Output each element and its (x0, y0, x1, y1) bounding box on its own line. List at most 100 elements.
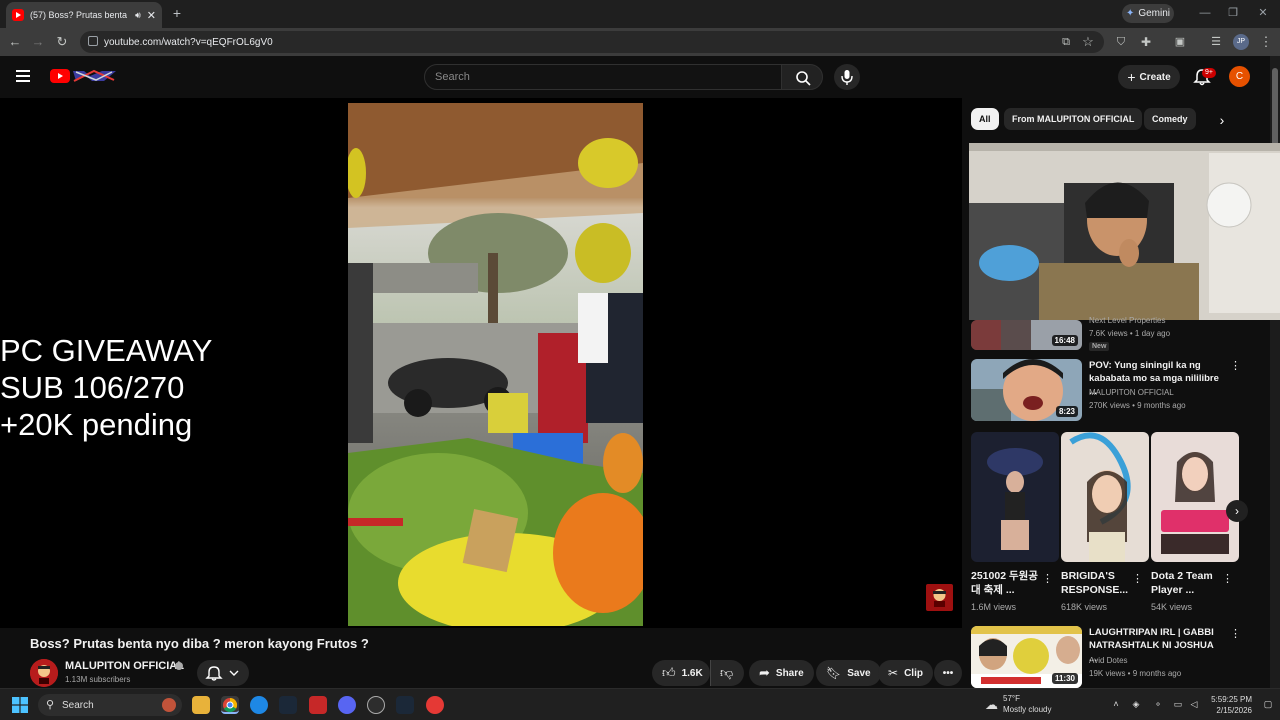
search-input[interactable] (424, 64, 782, 90)
adobe-app-icon[interactable] (309, 696, 327, 714)
close-tab-icon[interactable]: ✕ (147, 9, 156, 22)
weather-desc: Mostly cloudy (1003, 705, 1052, 714)
share-button[interactable]: ➦ Share (749, 660, 814, 686)
chip-comedy[interactable]: Comedy (1144, 108, 1196, 130)
streamer-webcam-overlay (969, 143, 1280, 320)
site-info-icon[interactable] (88, 36, 98, 46)
save-button[interactable]: 🔖︎ Save (816, 660, 881, 686)
short-image (1151, 432, 1239, 562)
channel-watermark[interactable] (926, 584, 953, 611)
chrome-menu-icon[interactable]: ⋮ (1256, 32, 1276, 52)
account-avatar[interactable]: C (1229, 66, 1250, 87)
channel-avatar-image (30, 659, 58, 687)
restore-icon[interactable]: ❐ (1222, 4, 1244, 22)
short-title[interactable]: Dota 2 Team Player ... (1151, 569, 1223, 597)
windows-start-icon[interactable] (12, 697, 28, 713)
dislike-button[interactable]: 👎︎ (710, 660, 744, 686)
taskbar-search[interactable]: ⚲ Search (38, 694, 182, 716)
chrome-taskbar-icon[interactable] (221, 696, 239, 714)
shield-extension-icon[interactable]: ⛉ (1111, 32, 1131, 52)
steam-icon[interactable] (279, 696, 297, 714)
browser-tab[interactable]: (57) Boss? Prutas benta nyo 🔊︎ ✕ (6, 2, 162, 28)
short-title[interactable]: BRIGIDA'S RESPONSE... (1061, 569, 1133, 597)
menu-hamburger-icon[interactable] (16, 70, 30, 82)
notification-center-icon[interactable]: ▢ (1262, 698, 1274, 710)
subscribed-notification-button[interactable] (197, 660, 249, 686)
gemini-sparkle-icon: ✦ (1125, 8, 1135, 19)
tray-network-icon[interactable]: ▭ (1172, 698, 1184, 710)
more-options-icon[interactable]: ⋮ (1132, 572, 1143, 586)
more-options-icon[interactable]: ⋮ (1042, 572, 1053, 586)
search-box (424, 64, 823, 90)
search-highlight-icon (162, 698, 176, 712)
recommendation-thumbnail[interactable]: 8:23 (971, 359, 1082, 421)
close-window-icon[interactable]: ✕ (1252, 4, 1274, 22)
app-ring-icon[interactable] (367, 696, 385, 714)
tray-chevron-up-icon[interactable]: ˄ (1110, 698, 1122, 710)
more-options-icon[interactable]: ⋮ (1222, 572, 1233, 586)
back-icon[interactable]: ← (5, 32, 25, 52)
clip-label: Clip (904, 667, 923, 679)
like-button[interactable]: 👍︎ 1.6K (652, 660, 710, 686)
short-thumbnail[interactable] (1151, 432, 1239, 562)
chevron-right-icon[interactable]: › (1212, 110, 1232, 130)
reload-icon[interactable]: ↻ (52, 32, 72, 52)
thumbs-down-icon: 👎︎ (720, 665, 734, 680)
speaker-icon[interactable]: 🔊︎ (135, 10, 141, 21)
video-frame-image[interactable] (348, 103, 643, 626)
address-bar[interactable]: youtube.com/watch?v=qEQFrOL6gV0 (80, 31, 1104, 53)
split-view-icon[interactable]: ▣ (1170, 32, 1190, 52)
profile-avatar[interactable]: JP (1231, 32, 1251, 52)
tray-microphone-icon[interactable]: ⚬ (1152, 698, 1164, 710)
chip-from-channel[interactable]: From MALUPITON OFFICIAL (1004, 108, 1143, 130)
reading-list-icon[interactable]: ☰ (1206, 32, 1226, 52)
edge-icon[interactable] (250, 696, 268, 714)
rec-channel[interactable]: Next Level Properties (1089, 314, 1165, 327)
short-thumbnail[interactable] (971, 432, 1059, 562)
weather-widget[interactable]: 57°F Mostly cloudy (1003, 693, 1051, 715)
rec-channel[interactable]: MALUPITON OFFICIAL (1089, 386, 1174, 399)
rec-meta: 7.6K views • 1 day ago (1089, 329, 1171, 338)
steam-alt-icon[interactable] (396, 696, 414, 714)
stream-overlay-text: PC GIVEAWAY SUB 106/270 +20K pending (0, 332, 212, 443)
system-clock[interactable]: 5:59:25 PM 2/15/2026 (1204, 694, 1252, 716)
clip-button[interactable]: ✂ Clip (878, 660, 933, 686)
shorts-next-chevron-icon[interactable]: › (1226, 500, 1248, 522)
thumbs-up-icon: 👍︎ (662, 665, 676, 680)
gemini-button[interactable]: ✦ Gemini (1122, 4, 1174, 23)
short-views: 618K views (1061, 602, 1108, 612)
discord-icon[interactable] (338, 696, 356, 714)
create-button[interactable]: + Create (1118, 65, 1180, 89)
channel-avatar[interactable] (30, 659, 58, 687)
weather-temp: 57°F (1003, 694, 1020, 703)
voice-search-button[interactable] (834, 64, 860, 90)
recommendation-thumbnail[interactable]: 16:48 (971, 320, 1082, 350)
more-actions-button[interactable]: ••• (934, 660, 962, 686)
tray-app-icon[interactable]: ◈ (1130, 698, 1142, 710)
more-options-icon[interactable]: ⋮ (1230, 359, 1241, 373)
short-thumbnail[interactable] (1061, 432, 1149, 562)
minimize-icon[interactable]: — (1194, 4, 1216, 22)
overlay-line: SUB 106/270 (0, 370, 185, 405)
recommendation-thumbnail[interactable]: 11:30 (971, 626, 1082, 688)
cast-icon[interactable]: ⧉ (1056, 32, 1076, 52)
chip-all[interactable]: All (971, 108, 999, 130)
file-explorer-icon[interactable] (192, 696, 210, 714)
media-player-icon[interactable] (426, 696, 444, 714)
overlay-line: +20K pending (0, 407, 193, 442)
short-title[interactable]: 251002 두원공대 축제 ... (971, 569, 1043, 597)
youtube-favicon-icon (12, 9, 24, 21)
verified-check-icon (175, 662, 183, 670)
extensions-puzzle-icon[interactable]: ✚ (1136, 32, 1156, 52)
duration-badge: 16:48 (1051, 335, 1078, 346)
search-button[interactable] (781, 64, 823, 90)
forward-icon[interactable]: → (28, 32, 48, 52)
tray-volume-icon[interactable]: ◁ (1188, 698, 1200, 710)
channel-name[interactable]: MALUPITON OFFICIAL (65, 660, 184, 672)
rec-channel[interactable]: Avid Dotes (1089, 654, 1128, 667)
new-tab-button[interactable]: + (168, 4, 186, 22)
more-options-icon[interactable]: ⋮ (1230, 627, 1241, 641)
youtube-logo[interactable] (50, 68, 116, 84)
short-views: 1.6M views (971, 602, 1017, 612)
bookmark-star-icon[interactable]: ☆ (1078, 32, 1098, 52)
